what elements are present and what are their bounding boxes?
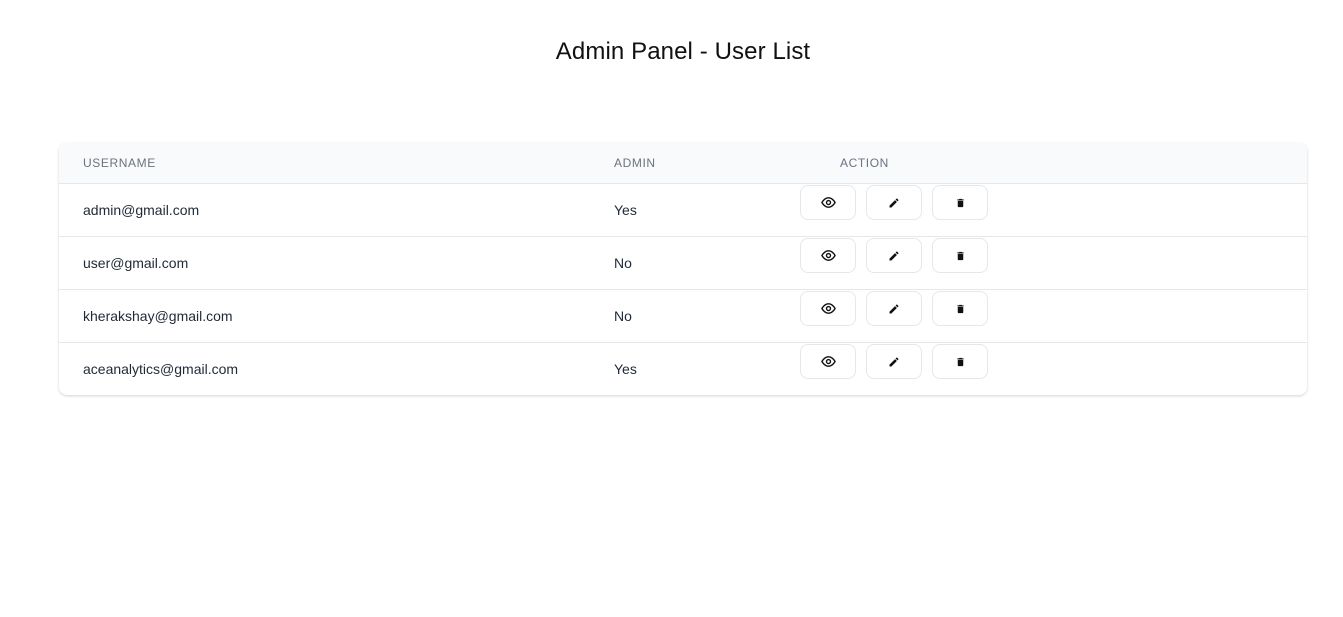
row-actions: [800, 291, 988, 326]
admin-cell: No: [614, 255, 632, 271]
row-actions: [800, 344, 988, 379]
eye-icon: [820, 250, 836, 261]
view-button[interactable]: [800, 185, 856, 220]
column-header-username: USERNAME: [83, 156, 156, 170]
view-button[interactable]: [800, 344, 856, 379]
row-actions: [800, 185, 988, 220]
table-row: admin@gmail.com Yes: [59, 184, 1307, 237]
admin-cell: No: [614, 308, 632, 324]
table-header: USERNAME ADMIN ACTION: [59, 143, 1307, 184]
column-header-action: ACTION: [840, 156, 889, 170]
table-row: kherakshay@gmail.com No: [59, 290, 1307, 343]
trash-icon: [956, 251, 964, 260]
delete-button[interactable]: [932, 291, 988, 326]
table-body: admin@gmail.com Yes user@gmail.com No kh…: [59, 184, 1307, 395]
admin-cell: Yes: [614, 361, 637, 377]
trash-icon: [956, 357, 964, 366]
table-row: aceanalytics@gmail.com Yes: [59, 343, 1307, 395]
pencil-icon: [889, 303, 899, 313]
eye-icon: [820, 356, 836, 367]
delete-button[interactable]: [932, 238, 988, 273]
delete-button[interactable]: [932, 344, 988, 379]
edit-button[interactable]: [866, 185, 922, 220]
table-row: user@gmail.com No: [59, 237, 1307, 290]
edit-button[interactable]: [866, 238, 922, 273]
pencil-icon: [889, 356, 899, 366]
page-title: Admin Panel - User List: [555, 38, 811, 65]
admin-cell: Yes: [614, 202, 637, 218]
eye-icon: [820, 303, 836, 314]
edit-button[interactable]: [866, 291, 922, 326]
edit-button[interactable]: [866, 344, 922, 379]
row-actions: [800, 238, 988, 273]
username-cell: user@gmail.com: [83, 255, 189, 271]
view-button[interactable]: [800, 291, 856, 326]
username-cell: aceanalytics@gmail.com: [83, 361, 239, 377]
delete-button[interactable]: [932, 185, 988, 220]
pencil-icon: [889, 250, 899, 260]
trash-icon: [956, 304, 964, 313]
trash-icon: [956, 198, 964, 207]
username-cell: admin@gmail.com: [83, 202, 200, 218]
username-cell: kherakshay@gmail.com: [83, 308, 233, 324]
eye-icon: [820, 197, 836, 208]
pencil-icon: [889, 197, 899, 207]
user-table: USERNAME ADMIN ACTION admin@gmail.com Ye…: [59, 143, 1307, 395]
view-button[interactable]: [800, 238, 856, 273]
column-header-admin: ADMIN: [614, 156, 656, 170]
